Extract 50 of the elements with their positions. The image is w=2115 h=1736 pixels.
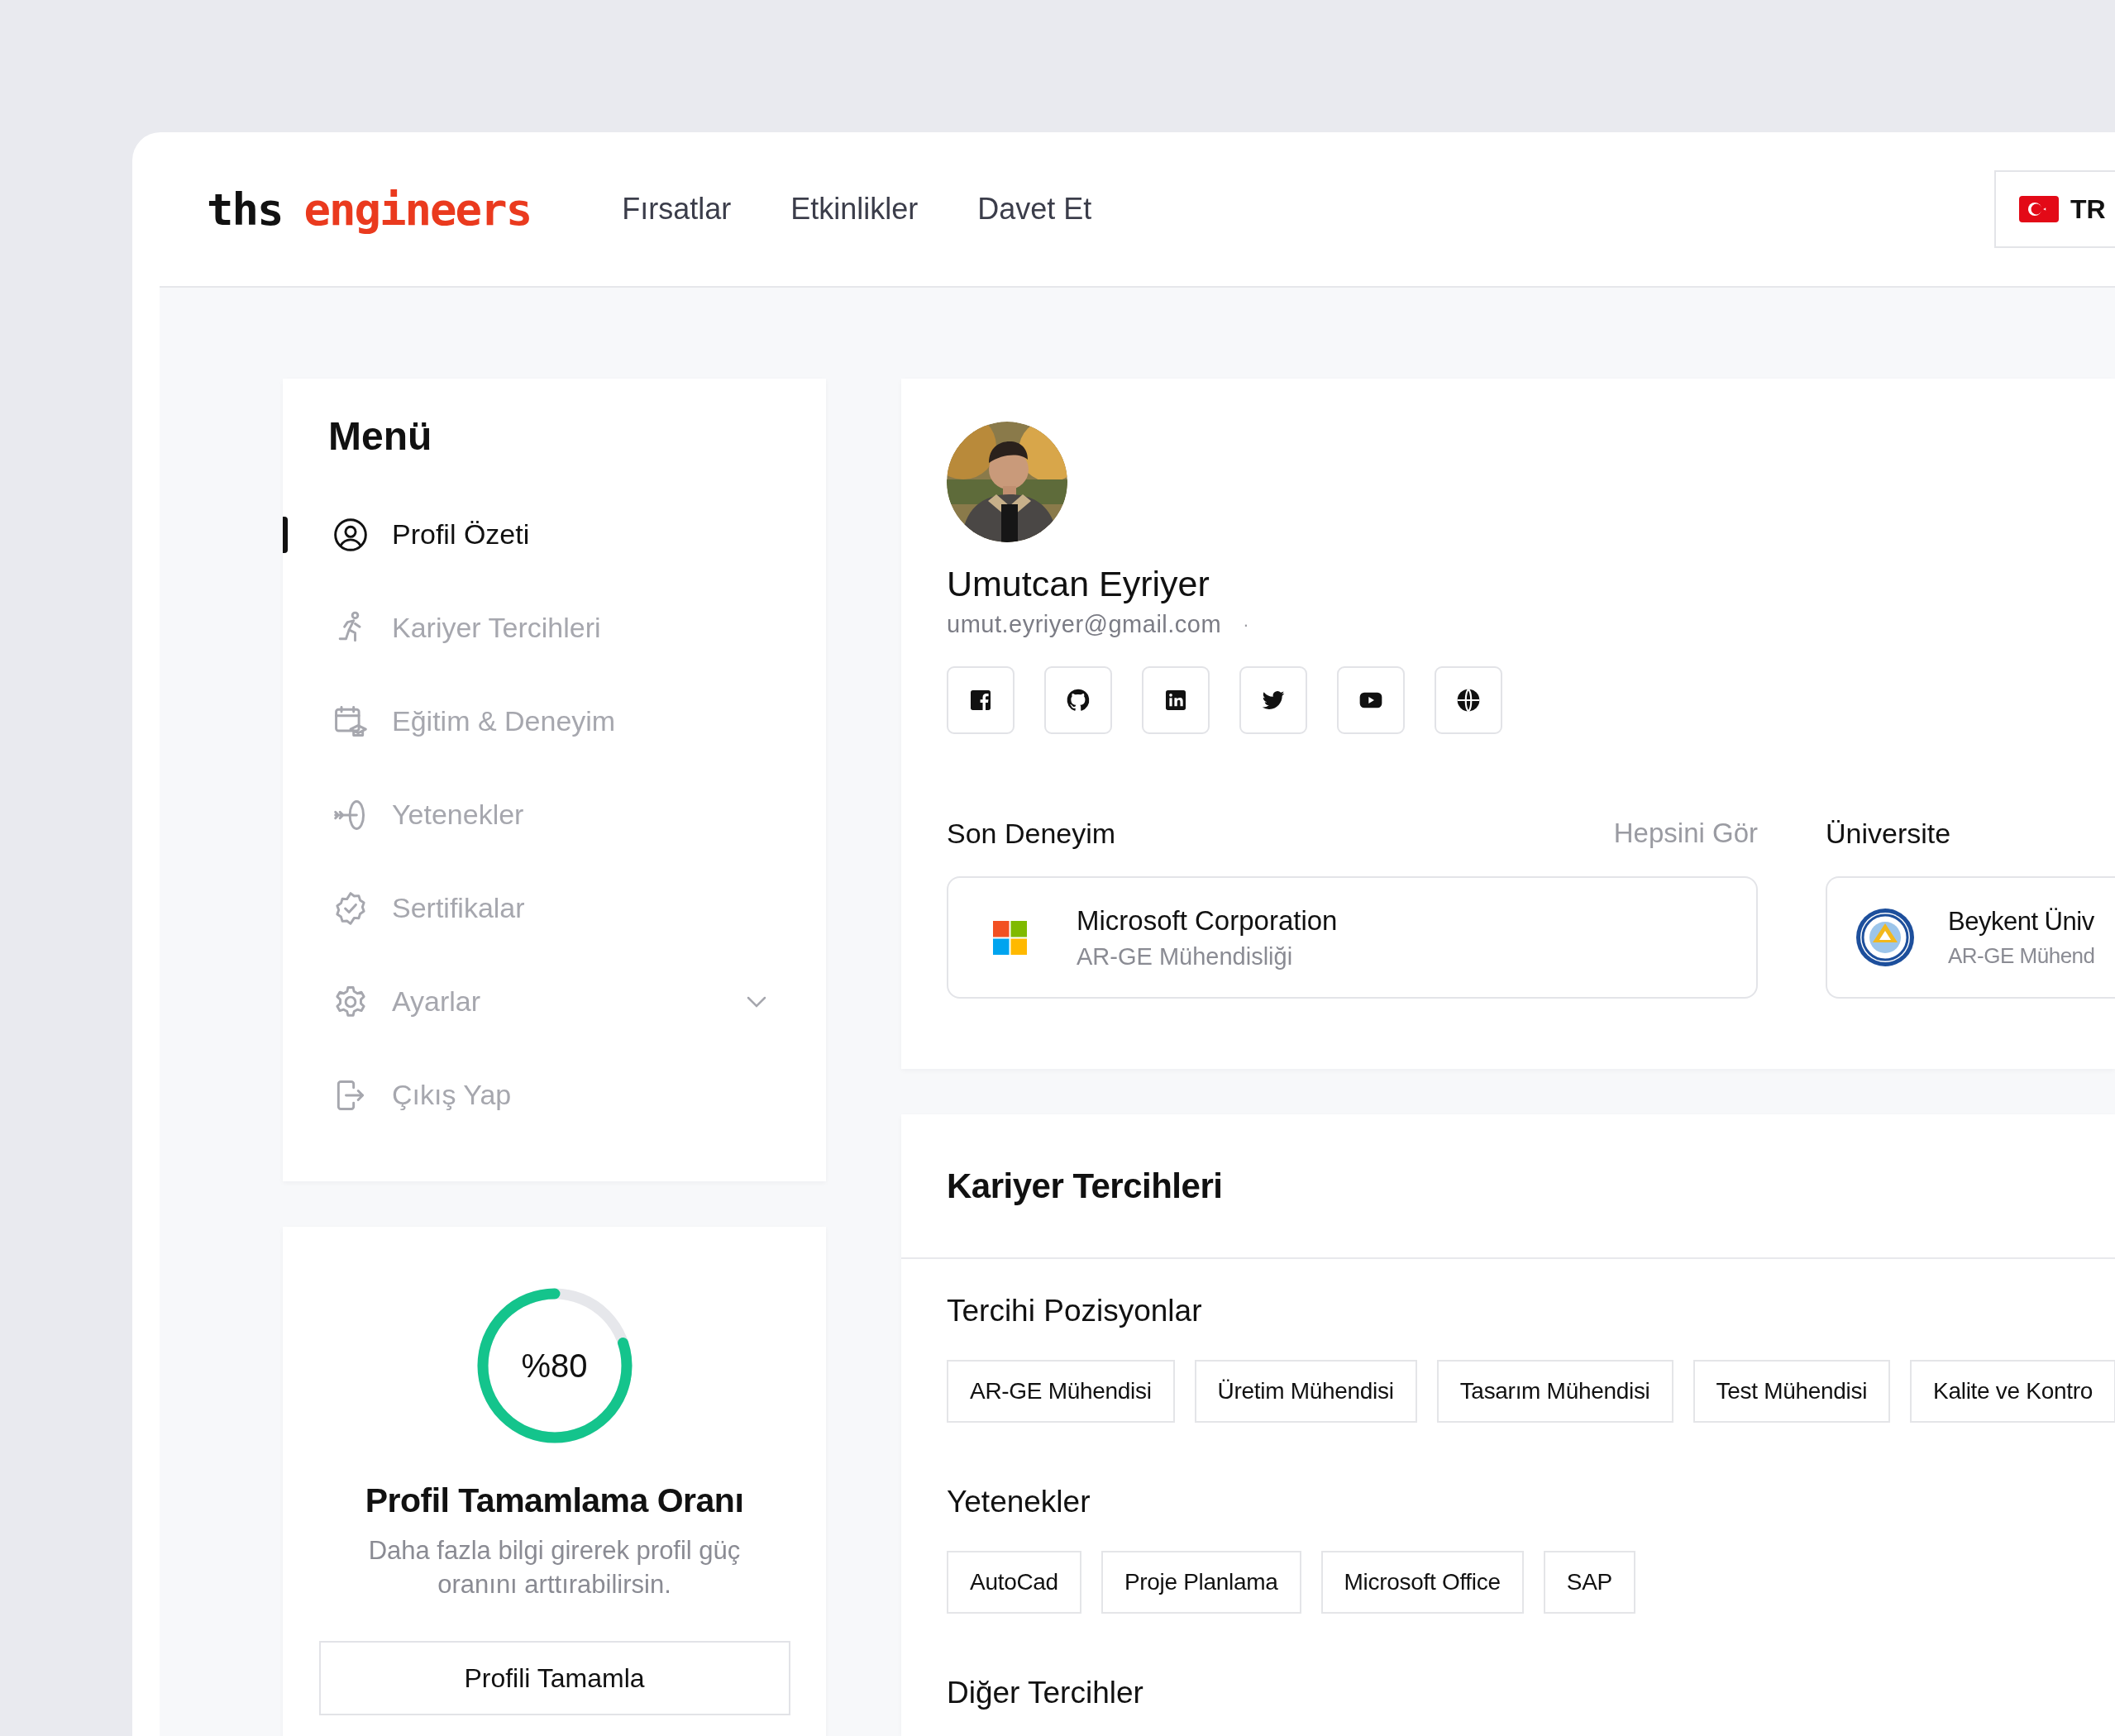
nav-link[interactable]: Etkinlikler bbox=[790, 192, 919, 227]
tag: Kalite ve Kontro bbox=[1910, 1360, 2115, 1423]
tag: AR-GE Mühendisi bbox=[947, 1360, 1175, 1423]
profile-name: Umutcan Eyriyer bbox=[947, 564, 1210, 604]
complete-profile-button[interactable]: Profili Tamamla bbox=[318, 1641, 790, 1715]
chevron-down-icon bbox=[747, 995, 766, 1008]
experience-card[interactable]: Microsoft Corporation AR-GE Mühendisliği bbox=[947, 876, 1758, 999]
separator: · bbox=[1243, 613, 1249, 636]
section-title: Son Deneyim bbox=[947, 817, 1116, 850]
card-title: Beykent Üniv bbox=[1948, 906, 2094, 937]
social-link-button[interactable] bbox=[1142, 666, 1210, 734]
language-selector[interactable]: TR bbox=[1994, 170, 2115, 248]
card-subtitle: AR-GE Mühendisliği bbox=[1077, 942, 1293, 971]
group-title: Tercihi Pozisyonlar bbox=[947, 1294, 1202, 1328]
progress-percent: %80 bbox=[521, 1347, 588, 1385]
tag: Proje Planlama bbox=[1100, 1551, 1301, 1614]
card-title: Kariyer Tercihleri bbox=[947, 1166, 1223, 1206]
menu-title: Menü bbox=[328, 413, 433, 459]
nav-link[interactable]: Davet Et bbox=[977, 192, 1092, 227]
tag: Microsoft Office bbox=[1320, 1551, 1524, 1614]
tag: Tasarım Mühendisi bbox=[1436, 1360, 1673, 1423]
github-icon bbox=[1065, 687, 1091, 713]
globe-icon bbox=[1455, 687, 1482, 713]
social-link-button[interactable] bbox=[1337, 666, 1405, 734]
tag: Üretim Mühendisi bbox=[1194, 1360, 1417, 1423]
group-title: Diğer Tercihler bbox=[947, 1676, 1143, 1710]
social-link-button[interactable] bbox=[947, 666, 1015, 734]
tag: AutoCad bbox=[947, 1551, 1081, 1614]
card-subtitle: AR-GE Mühend bbox=[1948, 942, 2095, 969]
university-card[interactable]: Beykent Üniv AR-GE Mühend bbox=[1826, 876, 2115, 999]
progress-title: Profil Tamamlama Oranı bbox=[365, 1481, 744, 1520]
tag: Test Mühendisi bbox=[1692, 1360, 1891, 1423]
university-seal-icon bbox=[1855, 908, 1915, 967]
social-link-button[interactable] bbox=[1239, 666, 1307, 734]
social-link-button[interactable] bbox=[1044, 666, 1112, 734]
active-indicator bbox=[283, 517, 288, 553]
social-link-button[interactable] bbox=[1435, 666, 1502, 734]
card-title: Microsoft Corporation bbox=[1077, 904, 1338, 937]
logo-wordmark: engineers bbox=[303, 183, 532, 236]
tag: SAP bbox=[1543, 1551, 1635, 1614]
progress-description: Daha fazla bilgi girerek profil güç oranını arttırabilirsin. bbox=[367, 1535, 742, 1600]
group-title: Yetenekler bbox=[947, 1485, 1091, 1519]
logo-prefix: ths bbox=[207, 183, 283, 236]
menu-item[interactable]: Profil Özeti bbox=[283, 488, 826, 581]
nav-link[interactable]: Fırsatlar bbox=[622, 192, 732, 227]
section-title: Üniversite bbox=[1826, 817, 1951, 850]
flag-icon bbox=[2019, 196, 2059, 222]
profile-email: umut.eyriyer@gmail.com bbox=[947, 611, 1222, 638]
user-circle-icon bbox=[332, 516, 369, 553]
four-squares-logo-icon bbox=[993, 920, 1027, 955]
